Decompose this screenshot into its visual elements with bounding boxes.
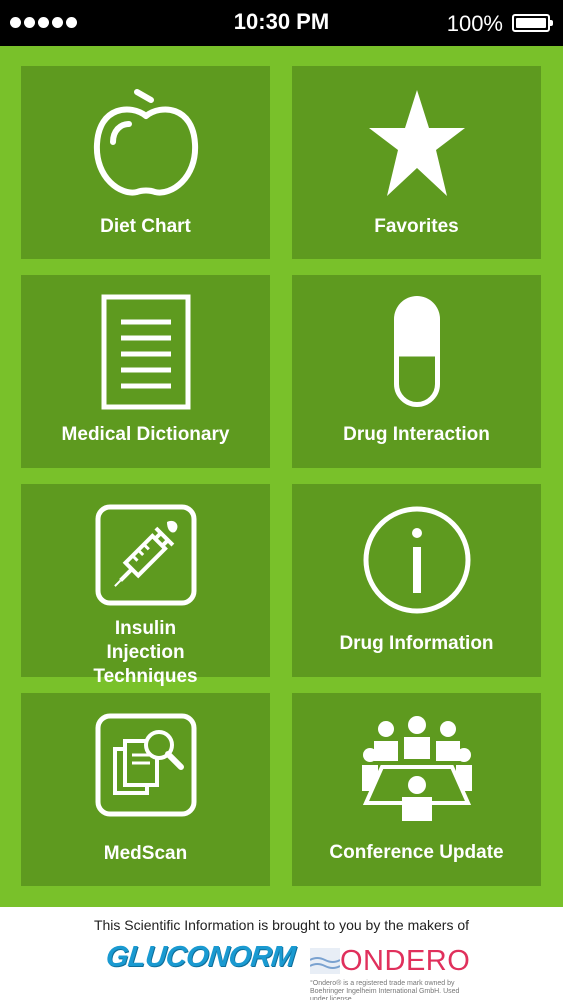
tile-drug-information[interactable]: Drug Information [292, 484, 541, 677]
conference-icon [292, 715, 541, 823]
battery-icon [512, 14, 553, 32]
star-icon [292, 88, 541, 198]
ondero-mark-icon [310, 948, 340, 974]
tile-conference-update[interactable]: Conference Update [292, 693, 541, 886]
tile-label: MedScan [103, 843, 188, 864]
tile-label: Diet Chart [100, 216, 191, 237]
tile-label: Drug Information [339, 633, 494, 654]
tile-label: Conference Update [329, 842, 504, 863]
document-icon [21, 294, 270, 410]
info-icon [292, 505, 541, 615]
syringe-icon [21, 504, 270, 606]
tile-drug-interaction[interactable]: Drug Interaction [292, 275, 541, 468]
tile-medscan[interactable]: MedScan [21, 693, 270, 886]
status-bar: 10:30 PM 100% [0, 0, 563, 46]
medscan-icon [21, 713, 270, 817]
tile-label: Favorites [374, 216, 459, 237]
ondero-logo: ONDERO [310, 943, 470, 979]
tile-favorites[interactable]: Favorites [292, 66, 541, 259]
sponsor-footer: This Scientific Information is brought t… [0, 907, 563, 1000]
ondero-brand: ONDERO [340, 945, 471, 977]
capsule-icon [292, 294, 541, 410]
tile-label: Drug Interaction [343, 424, 490, 445]
battery-percentage: 100% [446, 11, 503, 36]
gluconorm-logo: GLUCONORM [104, 941, 297, 973]
trademark-note: °Ondero® is a registered trade mark owne… [310, 980, 460, 1000]
tile-insulin-injection-techniques[interactable]: Insulin Injection Techniques [21, 484, 270, 687]
tile-diet-chart[interactable]: Diet Chart [21, 66, 270, 259]
main-grid: Diet Chart Favorites Medical Dictionary [0, 46, 563, 907]
sponsor-text: This Scientific Information is brought t… [93, 917, 470, 933]
tile-label: Insulin Injection Techniques [93, 618, 198, 687]
apple-icon [21, 88, 270, 203]
tile-label: Medical Dictionary [61, 424, 230, 445]
tile-medical-dictionary[interactable]: Medical Dictionary [21, 275, 270, 468]
